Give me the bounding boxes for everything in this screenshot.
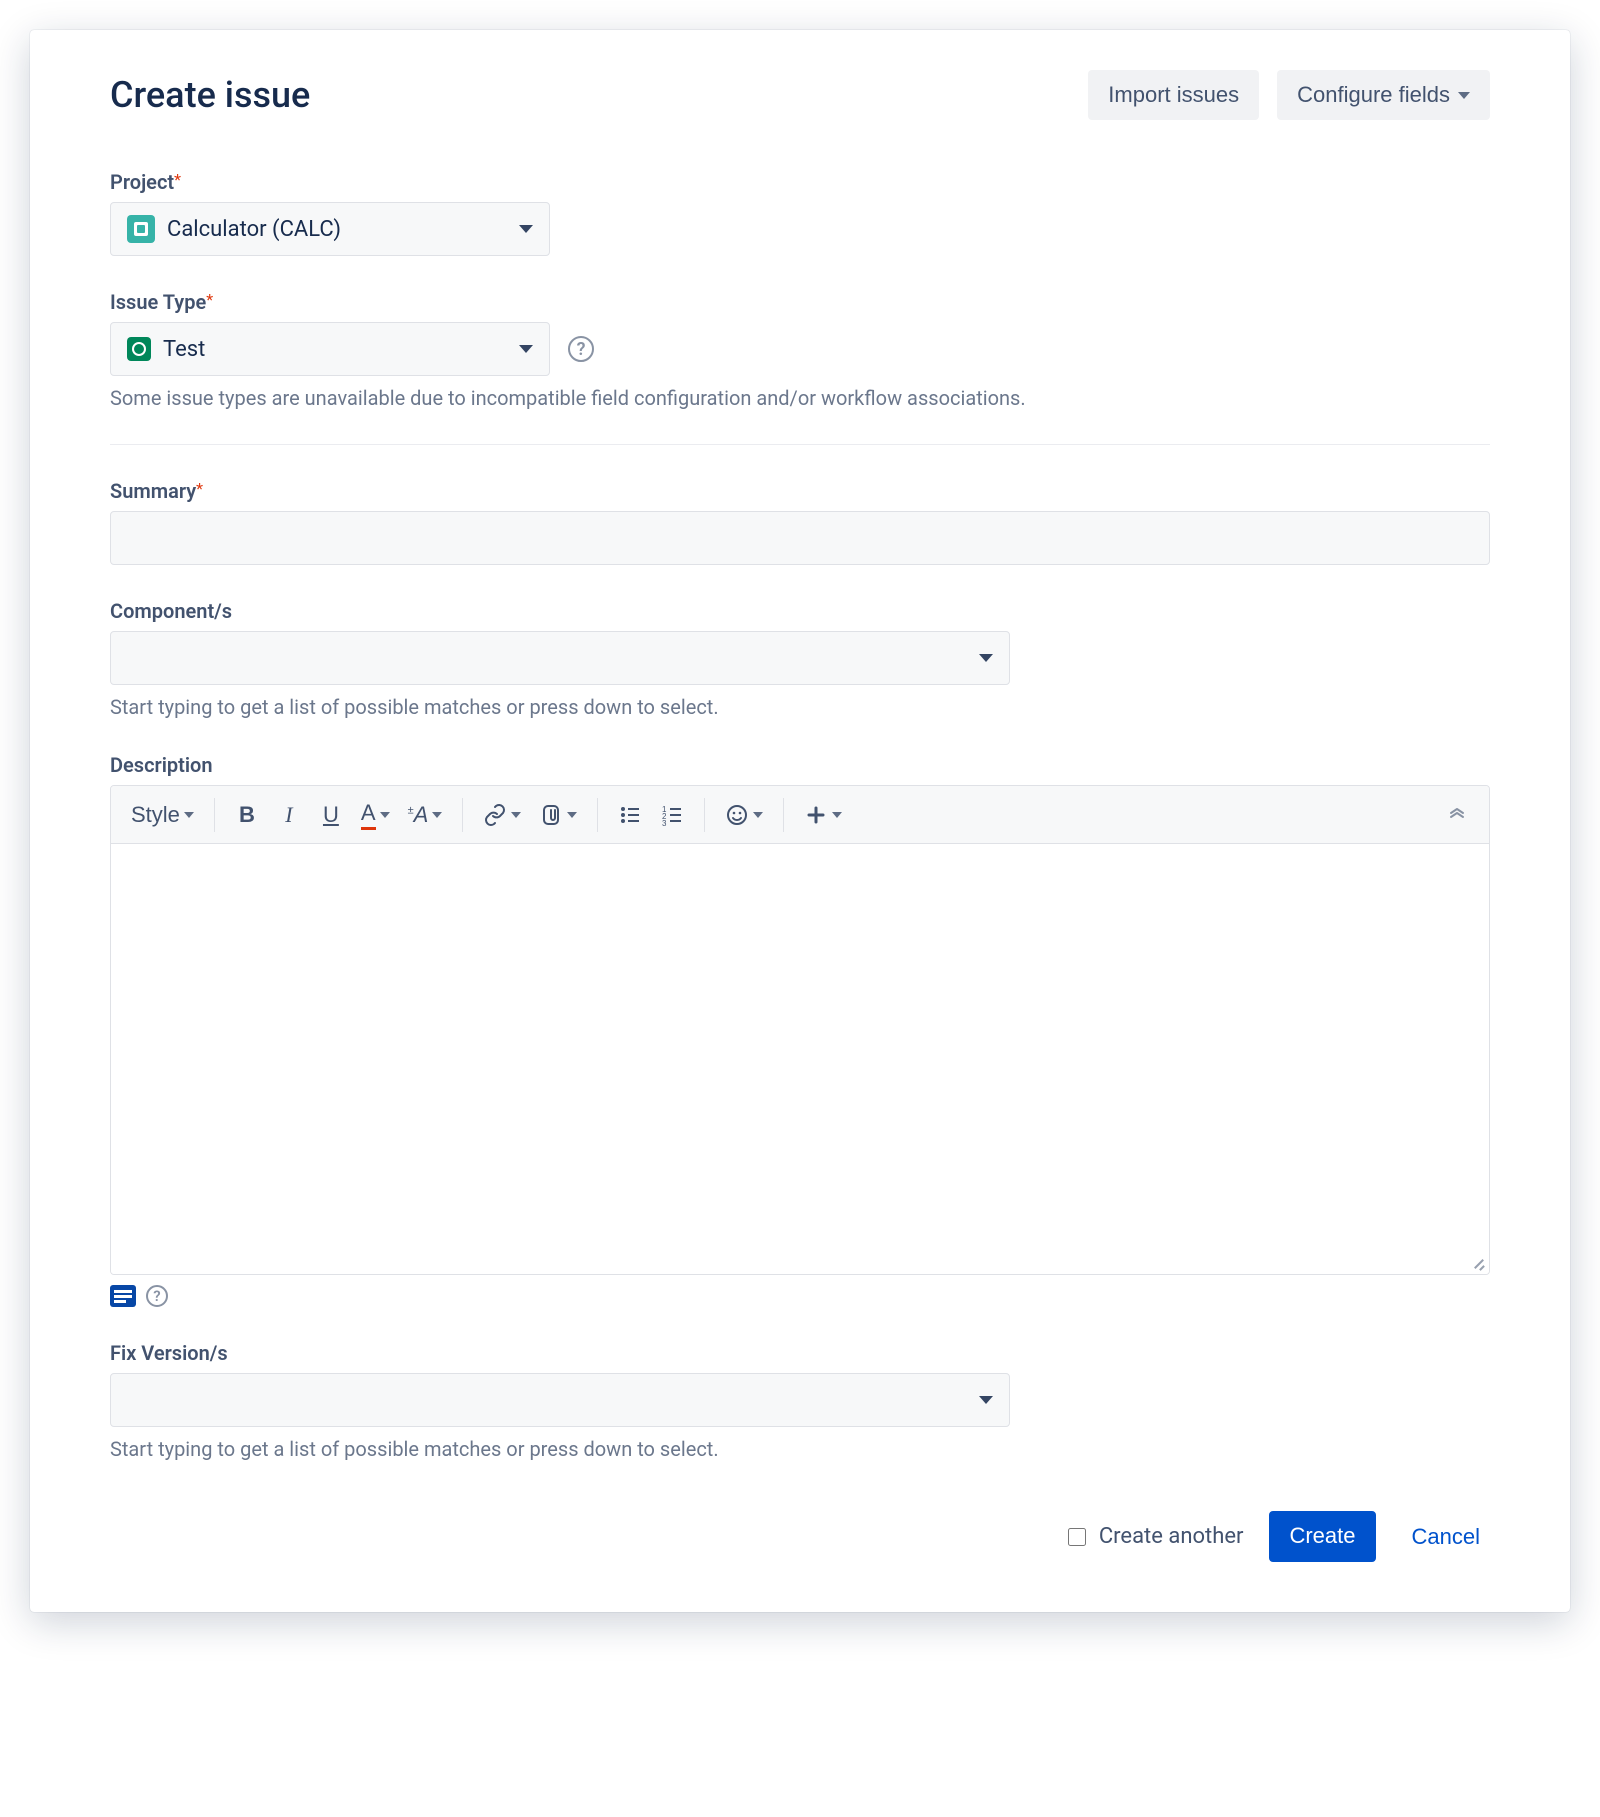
divider [110,444,1490,445]
create-another-label: Create another [1099,1524,1244,1549]
chevron-down-icon [753,812,763,818]
project-label-text: Project [110,170,174,194]
description-textarea[interactable] [111,844,1489,1274]
link-button[interactable] [475,795,529,835]
issue-type-label: Issue Type* [110,290,1490,314]
bold-button[interactable]: B [227,795,267,835]
bullet-list-button[interactable] [610,795,650,835]
text-color-button[interactable]: A [353,795,398,835]
fix-versions-label: Fix Version/s [110,1341,1490,1365]
link-icon [483,803,507,827]
emoji-button[interactable] [717,795,771,835]
chevron-down-icon [184,812,194,818]
project-label: Project* [110,170,1490,194]
summary-input[interactable] [110,511,1490,565]
description-label: Description [110,753,1490,777]
italic-button[interactable]: I [269,795,309,835]
style-label: Style [131,802,180,828]
numbered-list-button[interactable]: 123 [652,795,692,835]
cancel-button[interactable]: Cancel [1402,1512,1490,1562]
project-select[interactable]: Calculator (CALC) [110,202,550,256]
svg-text:3: 3 [662,819,667,827]
required-mark: * [206,290,213,309]
attachment-icon [539,803,563,827]
issue-type-value: Test [163,337,205,362]
chevron-down-icon [1458,92,1470,99]
insert-more-button[interactable] [796,795,850,835]
create-button[interactable]: Create [1269,1511,1375,1561]
toolbar-separator [214,798,215,832]
toolbar-separator [597,798,598,832]
chevron-down-icon [567,812,577,818]
editor-footer: ? [110,1285,1490,1307]
description-editor: Style B I U A ±A [110,785,1490,1275]
import-issues-button[interactable]: Import issues [1088,70,1259,120]
issue-type-select[interactable]: Test [110,322,550,376]
project-value: Calculator (CALC) [167,217,341,242]
chevron-down-icon [380,812,390,818]
components-label: Component/s [110,599,1490,623]
collapse-icon [1445,803,1469,827]
configure-fields-label: Configure fields [1297,82,1450,108]
editor-toolbar: Style B I U A ±A [111,786,1489,844]
create-another-row[interactable]: Create another [1064,1524,1244,1549]
summary-label: Summary* [110,479,1490,503]
chevron-down-icon [519,225,533,233]
summary-field-group: Summary* [110,479,1490,565]
fix-versions-select[interactable] [110,1373,1010,1427]
emoji-icon [725,803,749,827]
style-dropdown-button[interactable]: Style [123,795,202,835]
configure-fields-button[interactable]: Configure fields [1277,70,1490,120]
visual-mode-icon [110,1285,136,1307]
resize-handle[interactable] [1467,1252,1485,1270]
dialog-header: Create issue Import issues Configure fie… [110,70,1490,120]
fix-versions-field-group: Fix Version/s Start typing to get a list… [110,1341,1490,1461]
summary-label-text: Summary [110,479,196,503]
toolbar-separator [783,798,784,832]
issue-type-field-group: Issue Type* Test ? Some issue types are … [110,290,1490,410]
header-actions: Import issues Configure fields [1088,70,1490,120]
chevron-down-icon [979,654,993,662]
dialog-title: Create issue [110,74,310,116]
clear-formatting-button[interactable]: ±A [400,795,451,835]
chevron-down-icon [979,1396,993,1404]
import-issues-label: Import issues [1108,82,1239,108]
cancel-button-label: Cancel [1412,1524,1480,1549]
issue-type-label-text: Issue Type [110,290,206,314]
plus-icon [804,803,828,827]
chevron-down-icon [519,345,533,353]
chevron-down-icon [432,812,442,818]
toolbar-separator [704,798,705,832]
chevron-down-icon [511,812,521,818]
components-field-group: Component/s Start typing to get a list o… [110,599,1490,719]
fix-versions-hint: Start typing to get a list of possible m… [110,1437,1490,1461]
collapse-toolbar-button[interactable] [1437,795,1477,835]
project-avatar-icon [127,215,155,243]
editor-mode-toggle[interactable] [110,1285,136,1307]
required-mark: * [174,170,181,189]
issue-type-help-icon[interactable]: ? [568,336,594,362]
editor-help-icon[interactable]: ? [146,1285,168,1307]
required-mark: * [196,479,203,498]
chevron-down-icon [832,812,842,818]
toolbar-separator [462,798,463,832]
issue-type-hint: Some issue types are unavailable due to … [110,386,1490,410]
underline-button[interactable]: U [311,795,351,835]
numbered-list-icon: 123 [660,803,684,827]
dialog-footer: Create another Create Cancel [110,1511,1490,1561]
components-hint: Start typing to get a list of possible m… [110,695,1490,719]
create-issue-dialog: Create issue Import issues Configure fie… [30,30,1570,1612]
create-button-label: Create [1289,1523,1355,1549]
create-another-checkbox[interactable] [1068,1528,1086,1546]
attachment-button[interactable] [531,795,585,835]
bullet-list-icon [618,803,642,827]
description-field-group: Description Style B I U A ±A [110,753,1490,1307]
components-select[interactable] [110,631,1010,685]
project-field-group: Project* Calculator (CALC) [110,170,1490,256]
issue-type-icon [127,337,151,361]
